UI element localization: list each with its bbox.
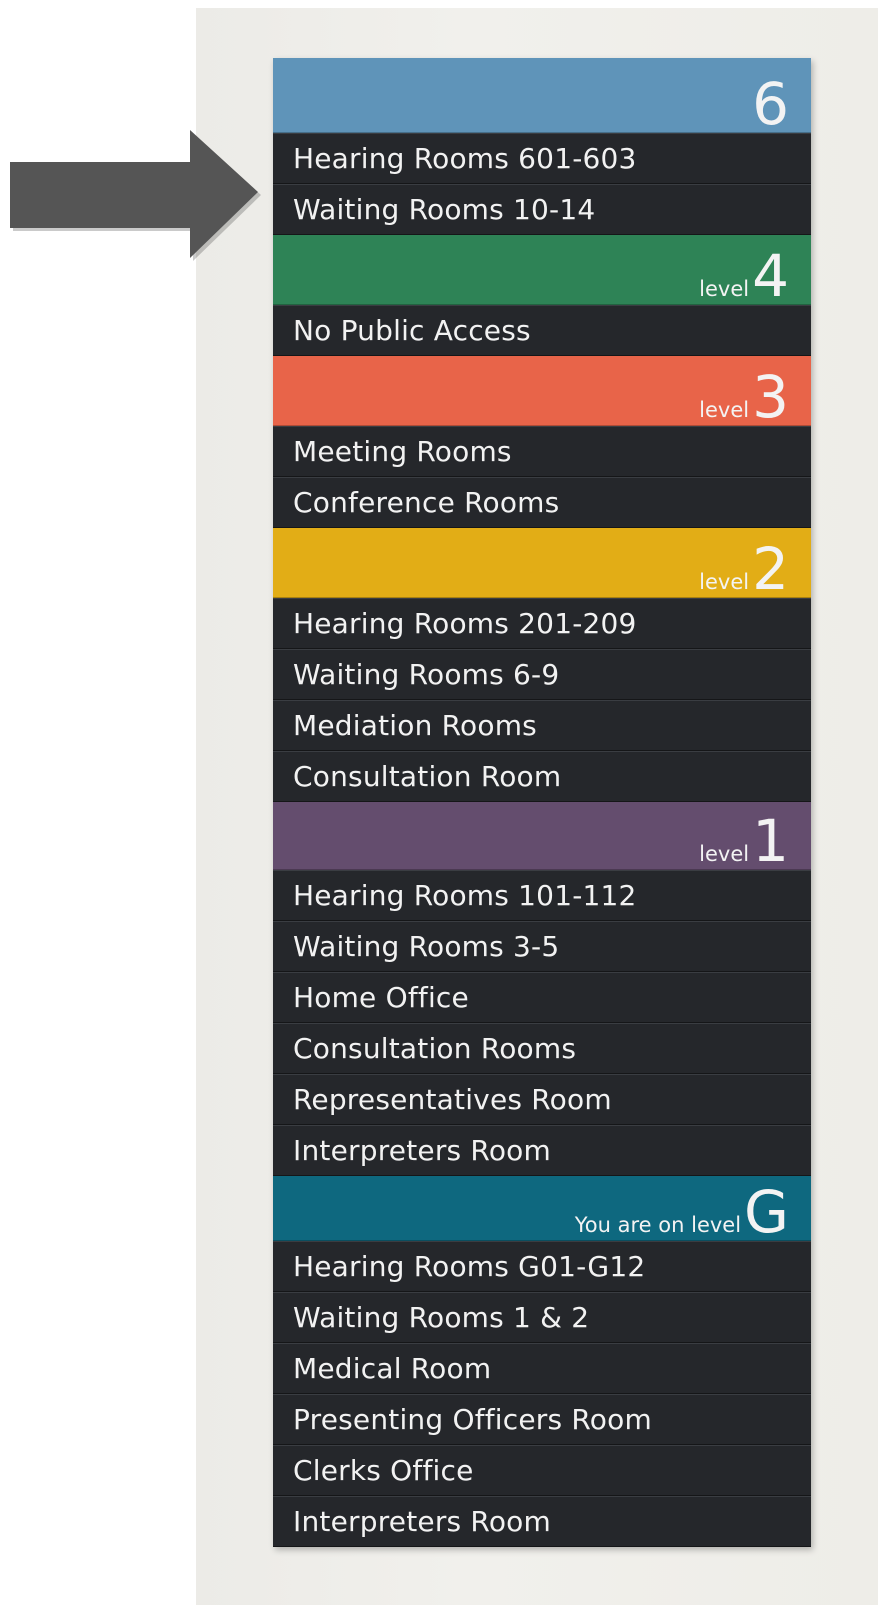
room-listing: Waiting Rooms 6-9 bbox=[273, 649, 811, 700]
level-label: level bbox=[699, 277, 750, 301]
room-listing: Waiting Rooms 3-5 bbox=[273, 921, 811, 972]
right-arrow-icon bbox=[10, 130, 261, 261]
room-listing: Interpreters Room bbox=[273, 1496, 811, 1547]
room-listing: Hearing Rooms 201-209 bbox=[273, 598, 811, 649]
directory-sign: 6 Hearing Rooms 601-603 Waiting Rooms 10-1… bbox=[273, 58, 811, 1547]
room-listing: Hearing Rooms 101-112 bbox=[273, 870, 811, 921]
room-listing: Meeting Rooms bbox=[273, 426, 811, 477]
room-listing: Home Office bbox=[273, 972, 811, 1023]
level-header-g: You are on level G bbox=[273, 1176, 811, 1241]
room-listing: No Public Access bbox=[273, 305, 811, 356]
room-listing: Consultation Rooms bbox=[273, 1023, 811, 1074]
room-listing: Waiting Rooms 10-14 bbox=[273, 184, 811, 235]
level-header-3: level 3 bbox=[273, 356, 811, 426]
level-number: 4 bbox=[752, 241, 789, 310]
level-number: 1 bbox=[752, 806, 789, 875]
room-listing: Interpreters Room bbox=[273, 1125, 811, 1176]
room-listing: Waiting Rooms 1 & 2 bbox=[273, 1292, 811, 1343]
room-listing: Consultation Room bbox=[273, 751, 811, 802]
room-listing: Clerks Office bbox=[273, 1445, 811, 1496]
level-header-2: level 2 bbox=[273, 528, 811, 598]
room-listing: Hearing Rooms G01-G12 bbox=[273, 1241, 811, 1292]
level-header-6: 6 bbox=[273, 58, 811, 133]
level-number: 3 bbox=[752, 362, 789, 431]
level-header-4: level 4 bbox=[273, 235, 811, 305]
room-listing: Conference Rooms bbox=[273, 477, 811, 528]
level-header-1: level 1 bbox=[273, 802, 811, 870]
room-listing: Mediation Rooms bbox=[273, 700, 811, 751]
level-number: 6 bbox=[752, 69, 789, 138]
room-listing: Hearing Rooms 601-603 bbox=[273, 133, 811, 184]
level-label: level bbox=[699, 398, 750, 422]
level-label: level bbox=[699, 842, 750, 866]
level-number: G bbox=[744, 1177, 789, 1246]
level-number: 2 bbox=[752, 534, 789, 603]
level-label: level bbox=[699, 570, 750, 594]
level-label: You are on level bbox=[574, 1213, 742, 1237]
room-listing: Presenting Officers Room bbox=[273, 1394, 811, 1445]
room-listing: Representatives Room bbox=[273, 1074, 811, 1125]
room-listing: Medical Room bbox=[273, 1343, 811, 1394]
